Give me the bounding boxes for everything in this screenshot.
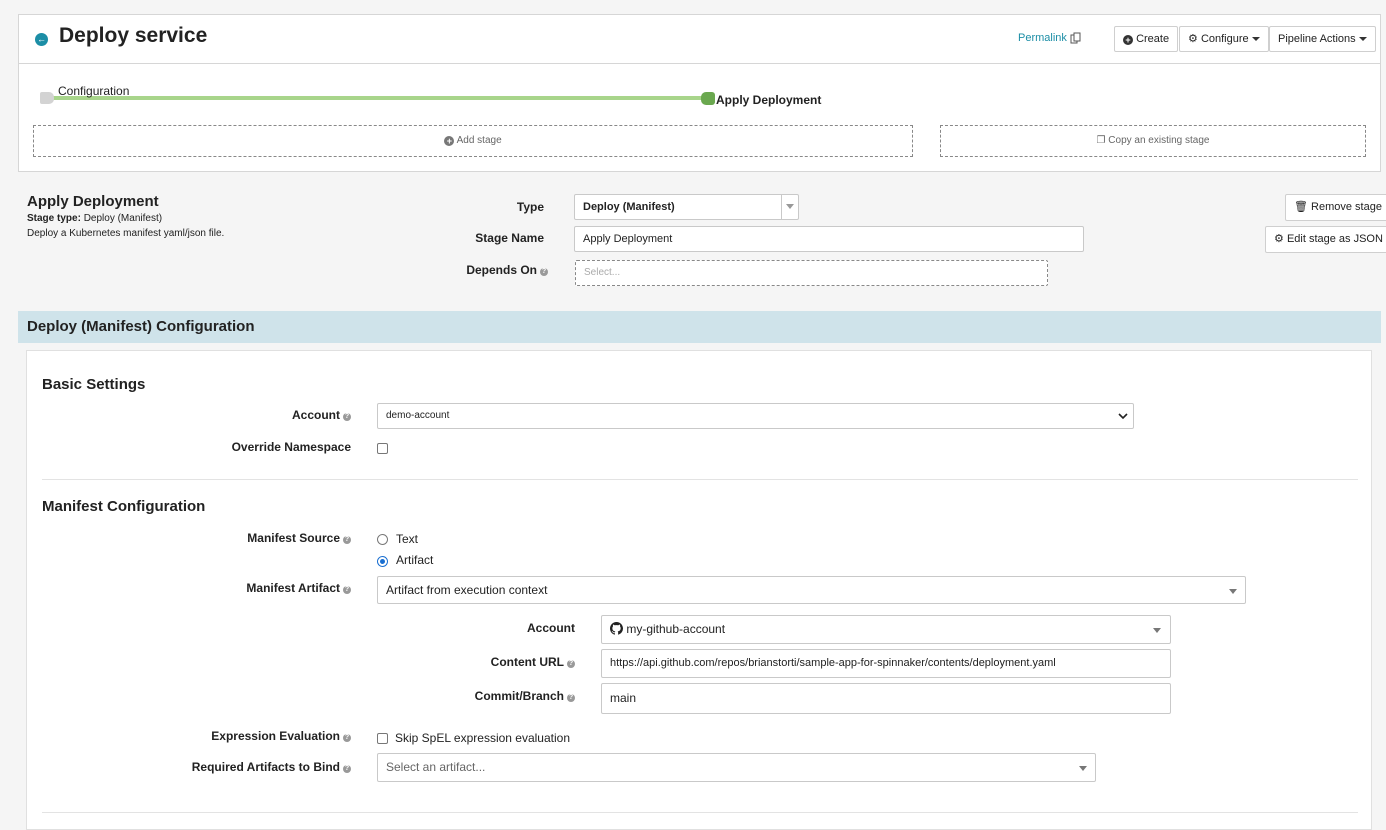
graph-node-label-apply-deployment[interactable]: Apply Deployment: [716, 93, 821, 107]
manifest-artifact-text: Manifest Artifact: [246, 581, 340, 595]
account-label-text: Account: [292, 408, 340, 422]
edit-json-button[interactable]: ⚙ Edit stage as JSON: [1265, 226, 1386, 253]
copy-icon[interactable]: [1070, 32, 1081, 44]
depends-on-text: Depends On: [466, 263, 537, 277]
commit-branch-label: Commit/Branch?: [427, 689, 575, 703]
source-text-label[interactable]: Text: [396, 532, 418, 546]
help-icon[interactable]: ?: [343, 413, 351, 421]
skip-spel-label[interactable]: Skip SpEL expression evaluation: [395, 731, 570, 745]
stage-description: Deploy a Kubernetes manifest yaml/json f…: [27, 228, 225, 239]
manifest-artifact-value: Artifact from execution context: [386, 583, 548, 597]
create-label: Create: [1136, 33, 1170, 45]
commit-branch-text: Commit/Branch: [474, 689, 564, 703]
manifest-artifact-label: Manifest Artifact?: [177, 581, 351, 595]
account-select[interactable]: demo-account: [377, 403, 1134, 429]
help-icon[interactable]: ?: [343, 734, 351, 742]
config-panel: Basic Settings Account? demo-account Ove…: [26, 350, 1372, 830]
content-url-label: Content URL?: [427, 655, 575, 669]
manifest-artifact-select[interactable]: Artifact from execution context: [377, 576, 1246, 604]
required-artifacts-text: Required Artifacts to Bind: [191, 760, 340, 774]
account-select-value: demo-account: [386, 410, 450, 421]
content-url-input[interactable]: https://api.github.com/repos/brianstorti…: [601, 649, 1171, 678]
help-icon[interactable]: ?: [540, 268, 548, 276]
type-label: Type: [516, 200, 544, 214]
caret-down-icon: [1079, 766, 1087, 771]
remove-stage-label: Remove stage: [1311, 201, 1382, 213]
edit-json-label: Edit stage as JSON: [1286, 233, 1383, 245]
graph-node-configuration[interactable]: [40, 92, 54, 104]
stage-title: Apply Deployment: [27, 193, 159, 210]
pipeline-graph-edge: [45, 96, 709, 100]
required-artifacts-label: Required Artifacts to Bind?: [147, 760, 351, 774]
caret-down-icon: [781, 195, 798, 219]
plus-circle-icon: +: [444, 136, 455, 146]
page-title: Deploy service: [59, 24, 208, 47]
add-stage-label: Add stage: [456, 135, 502, 146]
stage-name-label: Stage Name: [475, 231, 544, 245]
graph-node-label-configuration[interactable]: Configuration: [58, 84, 129, 98]
configure-button[interactable]: ⚙ Configure: [1179, 26, 1269, 52]
pipeline-header-bar: ← Deploy service Permalink + Create ⚙ Co…: [19, 15, 1380, 64]
stage-type-prefix: Stage type:: [27, 213, 81, 224]
gear-icon: ⚙: [1188, 33, 1198, 45]
artifact-account-select[interactable]: my-github-account: [601, 615, 1171, 644]
account-label: Account?: [177, 408, 351, 422]
add-stage-button[interactable]: + Add stage: [33, 125, 913, 157]
pipeline-actions-button[interactable]: Pipeline Actions: [1269, 26, 1376, 52]
help-icon[interactable]: ?: [343, 765, 351, 773]
expression-evaluation-text: Expression Evaluation: [211, 729, 340, 743]
permalink-link[interactable]: Permalink: [1018, 32, 1067, 44]
type-select[interactable]: Deploy (Manifest): [574, 194, 799, 220]
depends-on-label: Depends On?: [426, 263, 548, 277]
manifest-configuration-heading: Manifest Configuration: [42, 498, 206, 515]
content-url-text: Content URL: [490, 655, 564, 669]
configure-label: Configure: [1200, 33, 1249, 45]
manifest-source-label: Manifest Source?: [177, 531, 351, 545]
divider: [42, 479, 1358, 480]
back-arrow-icon[interactable]: ←: [35, 33, 48, 46]
source-artifact-label[interactable]: Artifact: [396, 553, 433, 567]
help-icon[interactable]: ?: [343, 536, 351, 544]
caret-down-icon: [1358, 37, 1367, 42]
copy-stage-label: Copy an existing stage: [1108, 135, 1210, 146]
depends-on-select[interactable]: Select...: [575, 260, 1048, 286]
type-select-value: Deploy (Manifest): [583, 201, 675, 213]
caret-down-icon: [1251, 37, 1260, 42]
stage-type-value: Deploy (Manifest): [83, 213, 163, 224]
stage-name-input[interactable]: Apply Deployment: [574, 226, 1084, 252]
required-artifacts-placeholder: Select an artifact...: [386, 760, 486, 774]
config-section-header: Deploy (Manifest) Configuration: [18, 311, 1381, 343]
skip-spel-checkbox[interactable]: [377, 733, 388, 744]
manifest-source-text: Manifest Source: [247, 531, 340, 545]
artifact-account-label: Account: [527, 621, 575, 635]
gear-icon: ⚙: [1274, 233, 1284, 245]
override-namespace-checkbox[interactable]: [377, 443, 388, 454]
help-icon[interactable]: ?: [567, 694, 575, 702]
copy-stage-button[interactable]: ❐ Copy an existing stage: [940, 125, 1366, 157]
required-artifacts-select[interactable]: Select an artifact...: [377, 753, 1096, 782]
help-icon[interactable]: ?: [567, 660, 575, 668]
chevron-down-icon: [1118, 413, 1128, 420]
create-button[interactable]: + Create: [1114, 26, 1179, 52]
artifact-account-value: my-github-account: [626, 622, 726, 636]
pipeline-header-card: ← Deploy service Permalink + Create ⚙ Co…: [18, 14, 1381, 172]
copy-icon: ❐: [1096, 135, 1106, 146]
trash-icon: 🗑: [1294, 201, 1308, 213]
remove-stage-button[interactable]: 🗑 Remove stage: [1285, 194, 1386, 221]
basic-settings-heading: Basic Settings: [42, 376, 146, 393]
stage-type-line: Stage type: Deploy (Manifest): [27, 213, 162, 224]
override-namespace-label: Override Namespace: [231, 440, 351, 454]
caret-down-icon: [1153, 628, 1161, 633]
divider: [42, 812, 1358, 813]
help-icon[interactable]: ?: [343, 586, 351, 594]
source-text-radio[interactable]: [377, 534, 388, 545]
caret-down-icon: [1229, 589, 1237, 594]
expression-evaluation-label: Expression Evaluation?: [177, 729, 351, 743]
pipeline-actions-label: Pipeline Actions: [1278, 33, 1356, 45]
commit-branch-input[interactable]: main: [601, 683, 1171, 714]
github-icon: [610, 622, 623, 635]
graph-node-apply-deployment[interactable]: [701, 92, 715, 105]
plus-circle-icon: +: [1123, 35, 1133, 45]
source-artifact-radio[interactable]: [377, 556, 388, 567]
